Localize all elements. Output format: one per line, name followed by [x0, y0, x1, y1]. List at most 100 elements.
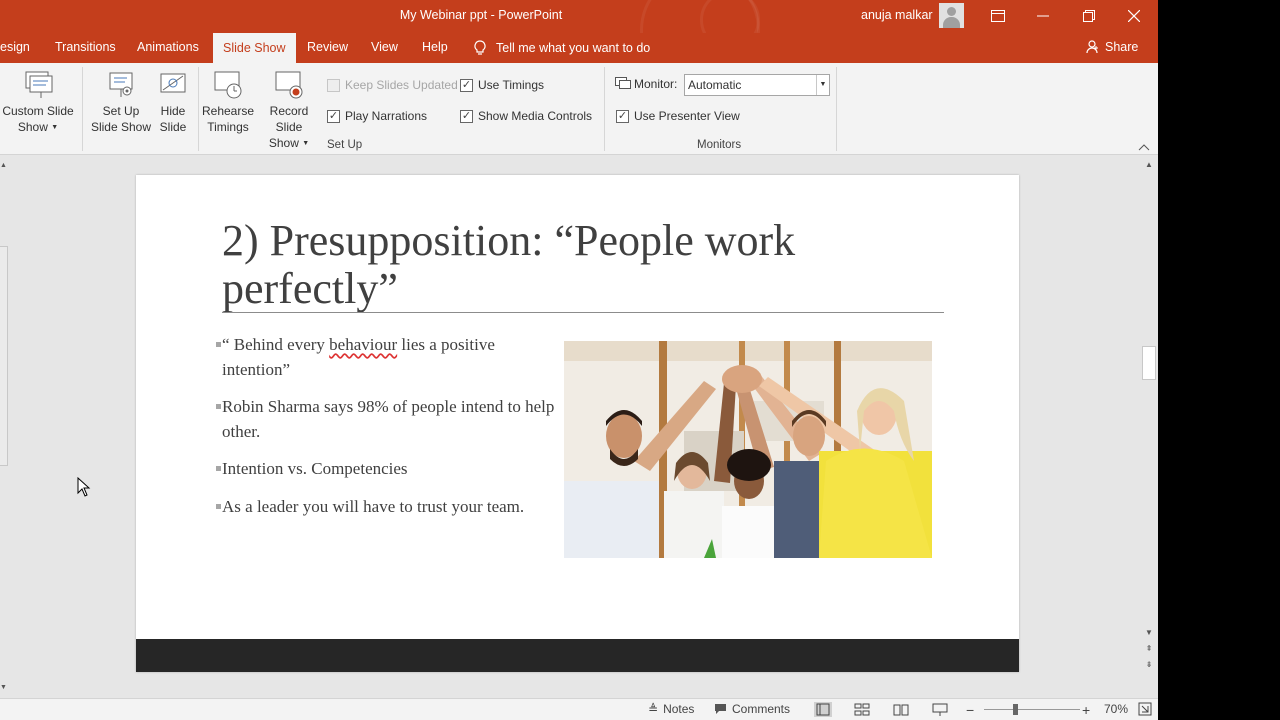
custom-slide-show-line1: Custom Slide: [2, 104, 74, 118]
monitor-select[interactable]: Automatic ▼: [684, 74, 830, 96]
monitor-icon: [615, 77, 631, 89]
tab-view[interactable]: View: [371, 40, 398, 54]
slide-title[interactable]: 2) Presupposition: “People work perfectl…: [222, 217, 942, 313]
bullet-marker: [216, 404, 221, 409]
chevron-down-icon[interactable]: ▼: [0, 684, 7, 691]
record-icon: [273, 69, 305, 101]
play-narrations-label: Play Narrations: [345, 109, 428, 123]
bullet-text: Intention vs. Competencies: [222, 459, 408, 478]
bullet-item: Intention vs. Competencies: [216, 457, 564, 482]
scroll-up-icon[interactable]: ▲: [1143, 160, 1155, 169]
bullet-marker: [216, 503, 221, 509]
use-timings-label: Use Timings: [478, 78, 545, 92]
keep-slides-updated-label: Keep Slides Updated: [345, 78, 458, 92]
play-narrations-checkbox[interactable]: ✓ Play Narrations: [327, 109, 427, 123]
tab-design[interactable]: esign: [0, 40, 30, 54]
ribbon-display-options-icon[interactable]: [975, 0, 1021, 31]
ribbon-tabs: esign Transitions Animations Slide Show …: [0, 33, 1158, 63]
normal-view-icon[interactable]: [814, 702, 832, 717]
tab-help[interactable]: Help: [422, 40, 448, 54]
mouse-cursor-icon: [77, 477, 91, 497]
tell-me-search[interactable]: Tell me what you want to do: [474, 40, 650, 56]
collapse-ribbon-icon[interactable]: [1138, 140, 1150, 151]
record-slide-show-button[interactable]: Record Slide Show ▼: [255, 69, 323, 152]
slide-show-view-icon[interactable]: [931, 702, 949, 717]
hide-slide-button[interactable]: Hide Slide: [156, 69, 190, 135]
tab-transitions[interactable]: Transitions: [55, 40, 116, 54]
chevron-down-icon[interactable]: ▼: [816, 75, 829, 95]
ribbon-separator: [82, 67, 83, 151]
ribbon-separator: [198, 67, 199, 151]
notes-button[interactable]: ≜ Notes: [648, 702, 694, 716]
rehearse-line2: Timings: [207, 120, 249, 134]
scroll-down-icon[interactable]: ▼: [1143, 628, 1155, 637]
bullet-marker: [216, 342, 221, 347]
reading-view-icon[interactable]: [892, 702, 910, 717]
tab-animations[interactable]: Animations: [137, 40, 199, 54]
zoom-in-icon[interactable]: +: [1082, 702, 1090, 718]
notes-label: Notes: [663, 702, 695, 716]
chevron-down-icon: ▼: [51, 123, 59, 131]
scrollbar-thumb[interactable]: [1142, 346, 1156, 380]
bullet-item: As a leader you will have to trust your …: [216, 495, 564, 520]
restore-icon[interactable]: [1066, 0, 1112, 31]
user-name[interactable]: anuja malkar: [861, 8, 933, 22]
set-up-line1: Set Up: [102, 104, 140, 118]
hide-slide-icon: [157, 69, 189, 101]
tab-slide-show[interactable]: Slide Show: [213, 33, 296, 63]
ribbon-separator: [604, 67, 605, 151]
close-icon[interactable]: [1111, 0, 1157, 31]
thumbnail-pane[interactable]: ▲ ▼: [0, 156, 9, 694]
monitors-group-label: Monitors: [697, 139, 742, 151]
slide-body[interactable]: “ Behind every behaviour lies a positive…: [216, 333, 564, 532]
next-slide-icon[interactable]: ⇟: [1143, 660, 1155, 669]
zoom-level[interactable]: 70%: [1104, 702, 1128, 716]
monitor-label: Monitor:: [634, 77, 678, 91]
slide-canvas[interactable]: 2) Presupposition: “People work perfectl…: [136, 175, 1019, 672]
hide-slide-line1: Hide: [160, 104, 186, 118]
window-title: My Webinar ppt - PowerPoint: [399, 8, 563, 22]
minimize-icon[interactable]: [1020, 0, 1066, 31]
use-presenter-view-checkbox[interactable]: ✓ Use Presenter View: [616, 109, 740, 123]
stopwatch-icon: [212, 69, 244, 101]
zoom-out-icon[interactable]: −: [966, 702, 974, 718]
previous-slide-icon[interactable]: ⇞: [1143, 644, 1155, 653]
status-bar: ≜ Notes Comments − + 70%: [0, 698, 1158, 720]
person-icon: [1086, 40, 1098, 54]
bullet-item: “ Behind every behaviour lies a positive…: [216, 333, 564, 382]
bullet-item: Robin Sharma says 98% of people intend t…: [216, 395, 564, 444]
ribbon: Custom Slide Show ▼ Set Up Slide Show Hi…: [0, 63, 1158, 155]
checkbox-box: [327, 78, 340, 92]
checkmark-icon: ✓: [616, 109, 629, 123]
title-divider: [222, 312, 944, 313]
chevron-up-icon[interactable]: ▲: [0, 162, 7, 169]
zoom-slider[interactable]: [984, 704, 1080, 715]
misspelled-word: behaviour: [329, 335, 398, 354]
set-up-slide-show-button[interactable]: Set Up Slide Show: [90, 69, 152, 135]
title-bar: My Webinar ppt - PowerPoint anuja malkar: [0, 0, 1158, 33]
checkmark-icon: ✓: [460, 78, 473, 92]
custom-slide-show-button[interactable]: Custom Slide Show ▼: [2, 69, 74, 136]
monitor-select-value: Automatic: [688, 78, 742, 92]
custom-slide-show-line2: Show: [17, 120, 48, 134]
avatar[interactable]: [939, 3, 964, 28]
comments-button[interactable]: Comments: [714, 702, 790, 716]
vertical-scrollbar[interactable]: ▲ ▼ ⇞ ⇟: [1140, 156, 1158, 694]
team-high-five-photo[interactable]: [564, 341, 932, 558]
show-media-controls-checkbox[interactable]: ✓ Show Media Controls: [460, 109, 592, 123]
rehearse-timings-button[interactable]: Rehearse Timings: [201, 69, 255, 135]
setup-group-label: Set Up: [327, 139, 363, 151]
zoom-slider-knob[interactable]: [1013, 704, 1018, 715]
share-button[interactable]: Share: [1086, 40, 1138, 54]
tab-review[interactable]: Review: [307, 40, 348, 54]
fit-slide-icon[interactable]: [1138, 702, 1156, 717]
record-line1: Record Slide: [269, 104, 309, 134]
slide-footer-bar: [136, 639, 1019, 672]
use-timings-checkbox[interactable]: ✓ Use Timings: [460, 78, 544, 92]
powerpoint-window: My Webinar ppt - PowerPoint anuja malkar…: [0, 0, 1158, 720]
slide-sorter-icon[interactable]: [853, 702, 871, 717]
custom-slide-show-icon: [22, 69, 54, 101]
comments-label: Comments: [732, 702, 791, 716]
hide-slide-line2: Slide: [159, 120, 187, 134]
keep-slides-updated-checkbox[interactable]: Keep Slides Updated: [327, 78, 458, 92]
